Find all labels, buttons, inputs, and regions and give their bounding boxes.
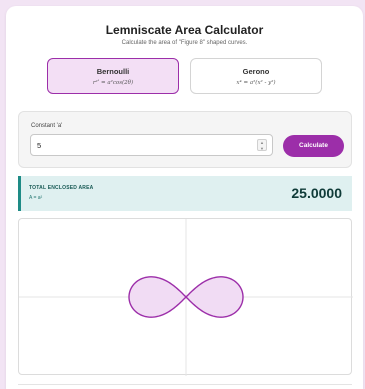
curve-option-name: Gerono (242, 67, 270, 76)
page-subtitle: Calculate the area of "Figure 8" shaped … (121, 40, 248, 46)
number-stepper[interactable]: ▲ ▼ (257, 139, 267, 151)
curve-option-equation: x⁴ = a²(x² - y²) (236, 80, 276, 86)
parameter-panel: Constant 'a' 5 ▲ ▼ Calculate (18, 111, 352, 168)
result-value: 25.0000 (291, 185, 342, 201)
result-formula: A = a² (29, 195, 43, 201)
constant-a-value: 5 (37, 141, 42, 150)
result-panel: TOTAL ENCLOSED AREA A = a² 25.0000 (18, 176, 352, 211)
constant-a-input[interactable]: 5 ▲ ▼ (30, 134, 273, 156)
curve-option-gerono[interactable]: Gerono x⁴ = a²(x² - y²) (190, 58, 322, 94)
result-label: TOTAL ENCLOSED AREA (29, 185, 94, 191)
plot-canvas (19, 219, 353, 376)
constant-a-label: Constant 'a' (31, 123, 63, 129)
page-title: Lemniscate Area Calculator (105, 23, 264, 37)
curve-option-equation: r²ʹ = a²cos(2θ) (92, 80, 134, 86)
curve-option-bernoulli[interactable]: Bernoulli r²ʹ = a²cos(2θ) (47, 58, 179, 94)
calculator-card: Lemniscate Area Calculator Calculate the… (6, 6, 363, 389)
bottom-divider (18, 384, 352, 389)
curve-option-name: Bernoulli (96, 67, 130, 76)
calculate-button[interactable]: Calculate (283, 135, 344, 157)
curve-plot (18, 218, 353, 376)
